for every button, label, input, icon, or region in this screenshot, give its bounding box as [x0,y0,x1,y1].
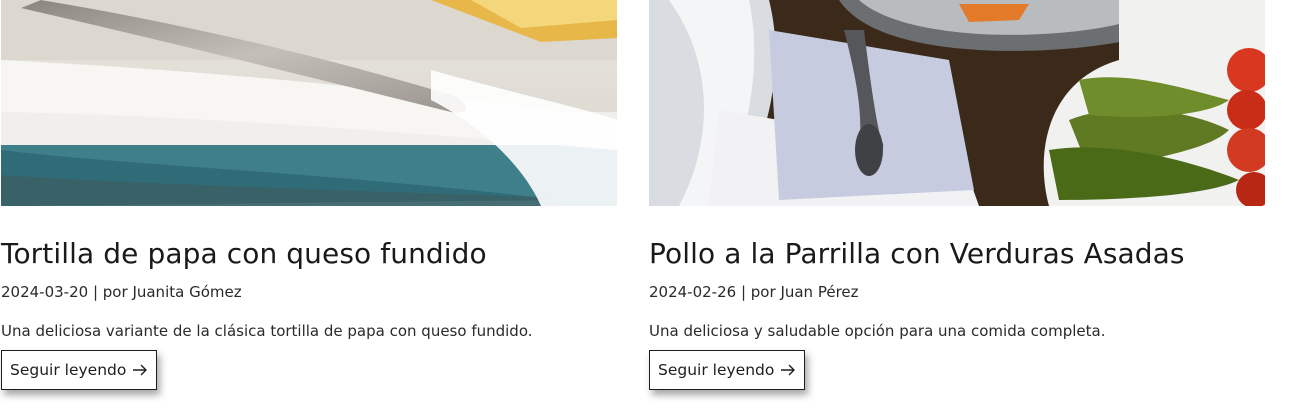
arrow-right-icon [132,364,148,376]
post-title[interactable]: Tortilla de papa con queso fundido [1,236,617,272]
blog-post-grid: Tortilla de papa con queso fundido 2024-… [0,0,1296,416]
post-card: Pollo a la Parrilla con Verduras Asadas … [649,0,1265,390]
post-excerpt: Una deliciosa y saludable opción para un… [649,322,1106,340]
post-meta-separator: | por [92,283,128,301]
read-more-label: Seguir leyendo [10,361,127,379]
read-more-label: Seguir leyendo [658,361,775,379]
post-card: Tortilla de papa con queso fundido 2024-… [1,0,617,390]
post-excerpt: Una deliciosa variante de la clásica tor… [1,322,533,340]
post-meta: 2024-02-26 | por Juan Pérez [649,282,1265,302]
post-image[interactable] [649,0,1265,206]
post-date: 2024-03-20 [1,283,89,301]
read-more-button[interactable]: Seguir leyendo [1,350,158,390]
post-title[interactable]: Pollo a la Parrilla con Verduras Asadas [649,236,1265,272]
post-author[interactable]: Juanita Gómez [132,283,241,301]
post-image[interactable] [1,0,617,206]
food-photo-grilled-chicken [649,0,1265,206]
post-author[interactable]: Juan Pérez [780,283,858,301]
read-more-button[interactable]: Seguir leyendo [649,350,806,390]
post-date: 2024-02-26 [649,283,737,301]
post-meta: 2024-03-20 | por Juanita Gómez [1,282,617,302]
post-meta-separator: | por [740,283,776,301]
food-photo-tortilla [1,0,617,206]
arrow-right-icon [780,364,796,376]
